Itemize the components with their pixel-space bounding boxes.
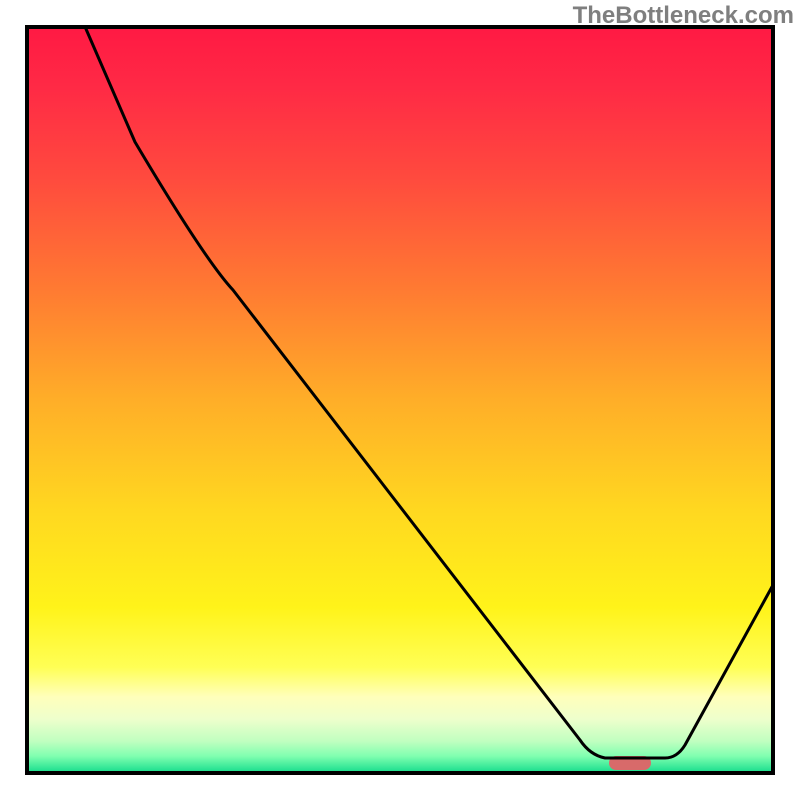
watermark-text: TheBottleneck.com <box>573 2 794 30</box>
curve-line <box>86 29 773 758</box>
plot-frame <box>25 25 775 775</box>
axes-border <box>27 27 773 773</box>
chart-container: TheBottleneck.com <box>0 0 800 800</box>
